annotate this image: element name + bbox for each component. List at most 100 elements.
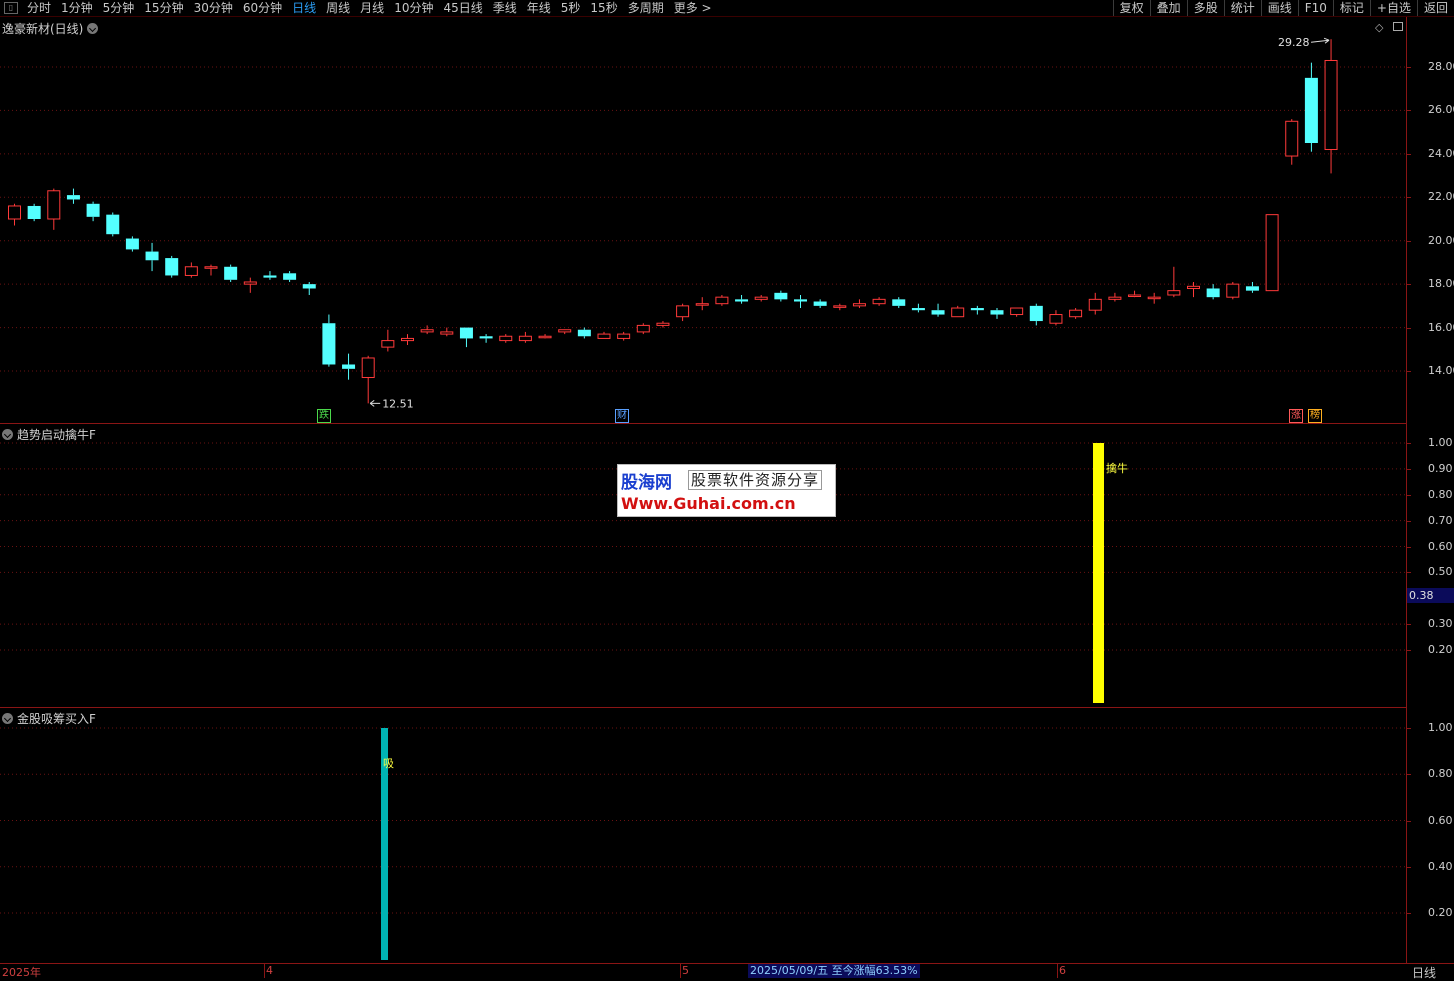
period-tab-10[interactable]: 45日线 (438, 0, 487, 16)
candle-body-35 (695, 303, 709, 306)
period-tab-3[interactable]: 15分钟 (139, 0, 188, 16)
candle-body-51 (1010, 307, 1024, 316)
toolbar-button-6[interactable]: 标记 (1332, 0, 1370, 16)
candle-body-29 (577, 329, 591, 337)
period-tab-2[interactable]: 5分钟 (98, 0, 140, 16)
candle-body-3 (66, 195, 80, 200)
toolbar-button-7[interactable]: +自选 (1369, 0, 1417, 16)
period-tab-1[interactable]: 1分钟 (56, 0, 98, 16)
period-tab-4[interactable]: 30分钟 (189, 0, 238, 16)
ind2-axis-label-0: 1.00 (1428, 721, 1453, 734)
toolbar-button-3[interactable]: 统计 (1223, 0, 1261, 16)
period-tab-9[interactable]: 10分钟 (389, 0, 438, 16)
toolbar-right-buttons: 复权 叠加 多股 统计 画线 F10 标记 +自选 返回 (1112, 0, 1454, 16)
indicator1-title[interactable]: 趋势启动擒牛F (2, 426, 96, 443)
candle-body-41 (813, 301, 827, 306)
ind1-axis-label-6: 0.30 (1428, 617, 1453, 631)
date-label-may: 5 (682, 964, 689, 977)
candle-body-30 (597, 333, 611, 339)
period-tab-8[interactable]: 月线 (355, 0, 389, 16)
candle-body-59 (1167, 290, 1181, 296)
panel-toggle-icon[interactable]: ▯ (4, 2, 18, 14)
toolbar-button-1[interactable]: 叠加 (1149, 0, 1187, 16)
candle-body-45 (892, 299, 906, 306)
toolbar-button-8[interactable]: 返回 (1416, 0, 1454, 16)
period-tab-14[interactable]: 15秒 (585, 0, 622, 16)
period-tab-0[interactable]: 分时 (22, 0, 56, 16)
candle-body-42 (833, 305, 847, 308)
indicator2-menu-icon[interactable] (2, 713, 13, 724)
period-tabs: ▯ 分时 1分钟 5分钟 15分钟 30分钟 60分钟 日线 周线 月线 10分钟 45日线 季线 年线… (0, 0, 717, 16)
candle-body-5 (106, 214, 120, 235)
ind2-axis-label-1: 0.80 (1428, 767, 1453, 781)
candle-body-7 (145, 251, 159, 261)
ind2-axis-tick-1 (1406, 774, 1411, 776)
indicator2-signal-label: 吸 (383, 757, 394, 770)
period-tab-7[interactable]: 周线 (321, 0, 355, 16)
candle-body-62 (1226, 283, 1240, 298)
period-tab-13[interactable]: 5秒 (556, 0, 586, 16)
indicator2-title-text: 金股吸筹买入F (17, 712, 96, 726)
date-label-apr: 4 (266, 964, 273, 977)
candle-body-23 (459, 327, 473, 339)
low-price-label: 12.51 (382, 397, 414, 410)
indicator2-title[interactable]: 金股吸筹买入F (2, 710, 96, 727)
ind2-axis-tick-2 (1406, 820, 1411, 822)
candle-body-49 (970, 308, 984, 311)
ind1-axis-label-1: 0.90 (1428, 461, 1453, 475)
event-marker-0[interactable]: 跌 (317, 409, 331, 423)
toolbar-button-2[interactable]: 多股 (1186, 0, 1224, 16)
period-tab-12[interactable]: 年线 (522, 0, 556, 16)
date-bar (0, 963, 1454, 980)
period-tab-5[interactable]: 60分钟 (238, 0, 287, 16)
ind1-axis-tick-3 (1406, 520, 1411, 522)
candle-body-63 (1245, 286, 1259, 291)
candle-body-8 (165, 258, 179, 276)
price-axis-label-3: 22.00 (1428, 190, 1454, 204)
period-tab-16[interactable]: 更多 > (669, 0, 717, 16)
ind1-axis-tick-5 (1406, 572, 1411, 574)
candle-body-67 (1324, 59, 1338, 151)
date-label-jun: 6 (1059, 964, 1066, 977)
price-axis-tick-3 (1406, 197, 1411, 199)
candle-body-61 (1206, 288, 1220, 298)
toolbar-button-5[interactable]: F10 (1297, 0, 1333, 16)
panel-divider-1 (0, 423, 1406, 424)
candle-body-12 (243, 281, 257, 285)
price-axis-label-1: 26.00 (1428, 103, 1454, 117)
candle-body-20 (401, 337, 414, 342)
candle-body-47 (931, 310, 945, 315)
toolbar-button-0[interactable]: 复权 (1112, 0, 1150, 16)
candle-body-0 (8, 205, 21, 220)
candle-body-34 (676, 305, 690, 318)
event-marker-1[interactable]: 财 (615, 409, 629, 423)
price-axis-tick-7 (1406, 371, 1411, 372)
price-axis-tick-1 (1406, 110, 1411, 112)
candle-body-48 (951, 307, 965, 318)
period-button[interactable]: 日线 (1412, 964, 1436, 981)
period-tab-11[interactable]: 季线 (488, 0, 522, 16)
event-marker-3[interactable]: 榜 (1308, 409, 1322, 423)
candle-body-38 (754, 296, 768, 300)
ind1-axis-label-7: 0.20 (1428, 643, 1453, 656)
candle-body-26 (518, 335, 532, 342)
period-tab-15[interactable]: 多周期 (623, 0, 669, 16)
date-tick-may (680, 964, 681, 978)
price-axis-tick-4 (1406, 240, 1411, 242)
period-tab-6[interactable]: 日线 (287, 0, 321, 16)
price-axis-tick-2 (1406, 153, 1411, 155)
price-axis-tick-0 (1406, 67, 1411, 68)
indicator1-current-value: 0.38 (1407, 588, 1454, 603)
candle-body-27 (538, 335, 552, 339)
candle-body-52 (1029, 305, 1043, 322)
price-axis-label-4: 20.00 (1428, 233, 1454, 247)
event-marker-2[interactable]: 涨 (1289, 409, 1303, 423)
indicator1-menu-icon[interactable] (2, 429, 13, 440)
candle-body-39 (774, 292, 788, 300)
date-label-year: 2025年 (2, 966, 41, 979)
candle-body-44 (872, 298, 886, 305)
price-axis-label-7: 14.00 (1428, 364, 1454, 377)
ind2-axis-tick-0 (1406, 728, 1411, 729)
toolbar-button-4[interactable]: 画线 (1260, 0, 1298, 16)
status-note: 2025/05/09/五 至今涨幅63.53% (748, 964, 920, 978)
